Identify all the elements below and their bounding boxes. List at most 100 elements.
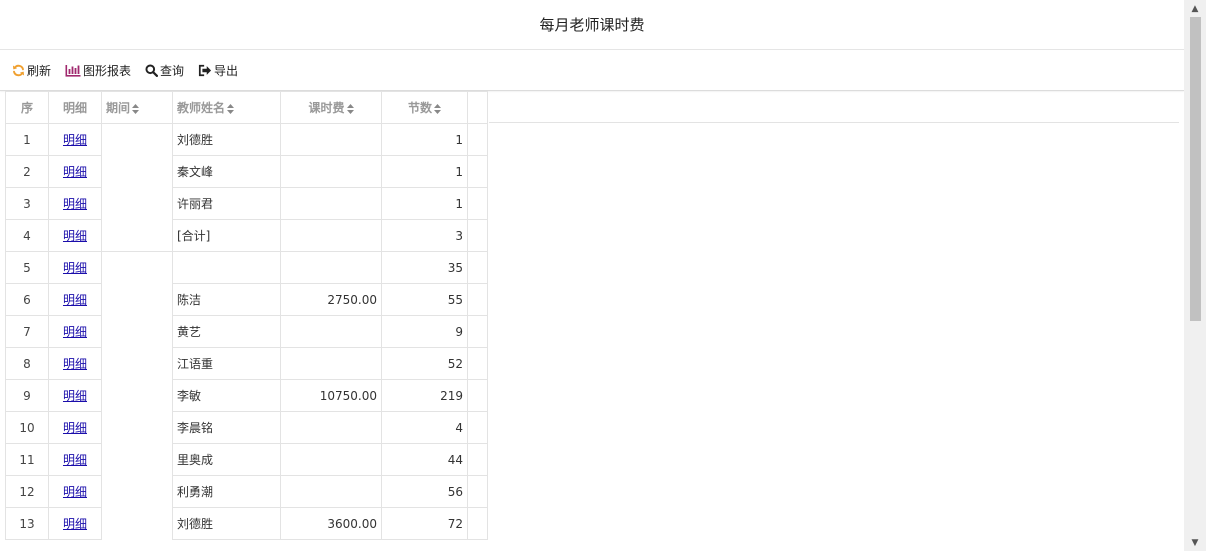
sessions-cell: 56	[381, 475, 468, 508]
row-index-cell: 6	[5, 283, 49, 316]
chart-report-label: 图形报表	[83, 63, 132, 78]
scrollbar-thumb[interactable]	[1190, 17, 1201, 321]
table-row: 2 明细 秦文峰 1	[5, 155, 488, 188]
export-button[interactable]: 导出	[198, 62, 238, 79]
table-row: 9 明细 李敏 10750.00 219	[5, 379, 488, 412]
scroll-up-arrow-icon[interactable]: ▲	[1184, 0, 1206, 17]
filler-cell	[467, 283, 488, 316]
row-index-cell: 8	[5, 347, 49, 380]
period-cell	[101, 443, 173, 476]
table-header-row: 序 明细 期间 教师姓名 课时费 节数	[5, 91, 488, 124]
fee-cell	[280, 187, 382, 220]
sessions-cell: 72	[381, 507, 468, 540]
teacher-name-cell: 秦文峰	[172, 155, 281, 188]
detail-link[interactable]: 明细	[63, 389, 87, 403]
row-index-cell: 1	[5, 123, 49, 156]
sessions-cell: 35	[381, 251, 468, 284]
fee-cell	[280, 123, 382, 156]
filler-cell	[467, 251, 488, 284]
detail-cell: 明细	[48, 379, 102, 412]
teacher-name-cell: 许丽君	[172, 187, 281, 220]
sessions-cell: 1	[381, 155, 468, 188]
period-cell	[101, 283, 173, 316]
detail-cell: 明细	[48, 251, 102, 284]
teacher-name-cell: 李晨铭	[172, 411, 281, 444]
detail-cell: 明细	[48, 411, 102, 444]
teacher-name-cell: 利勇潮	[172, 475, 281, 508]
sort-icon	[227, 103, 235, 114]
detail-link[interactable]: 明细	[63, 165, 87, 179]
refresh-icon	[12, 64, 25, 77]
filler-cell	[467, 123, 488, 156]
detail-link[interactable]: 明细	[63, 229, 87, 243]
table-row: 1 明细 刘德胜 1	[5, 123, 488, 156]
column-header-teacher[interactable]: 教师姓名	[172, 91, 281, 124]
period-cell	[101, 411, 173, 444]
search-icon	[145, 63, 159, 77]
row-index-cell: 13	[5, 507, 49, 540]
fee-cell	[280, 155, 382, 188]
query-label: 查询	[160, 63, 185, 78]
refresh-label: 刷新	[27, 63, 52, 78]
sessions-cell: 44	[381, 443, 468, 476]
fee-cell	[280, 411, 382, 444]
table-row: 6 明细 陈洁 2750.00 55	[5, 283, 488, 316]
vertical-scrollbar[interactable]: ▲ ▼	[1184, 0, 1206, 551]
sessions-cell: 4	[381, 411, 468, 444]
detail-link[interactable]: 明细	[63, 261, 87, 275]
period-cell	[101, 315, 173, 348]
column-header-sessions[interactable]: 节数	[381, 91, 468, 124]
fee-cell	[280, 251, 382, 284]
table-row: 10 明细 李晨铭 4	[5, 411, 488, 444]
filler-cell	[467, 475, 488, 508]
teacher-name-cell	[172, 251, 281, 284]
table-row: 8 明细 江语重 52	[5, 347, 488, 380]
detail-cell: 明细	[48, 283, 102, 316]
query-button[interactable]: 查询	[145, 62, 184, 79]
detail-cell: 明细	[48, 187, 102, 220]
row-index-cell: 7	[5, 315, 49, 348]
report-page: 每月老师课时费 刷新 图形报表 查询 导出 序 明细 期间 教师姓名 课时费 节…	[0, 0, 1184, 551]
detail-link[interactable]: 明细	[63, 485, 87, 499]
detail-link[interactable]: 明细	[63, 357, 87, 371]
detail-cell: 明细	[48, 443, 102, 476]
fee-cell: 10750.00	[280, 379, 382, 412]
row-index-cell: 4	[5, 219, 49, 252]
fee-cell	[280, 347, 382, 380]
fee-cell	[280, 443, 382, 476]
chart-report-button[interactable]: 图形报表	[65, 62, 131, 79]
export-label: 导出	[214, 63, 239, 78]
period-cell	[101, 187, 173, 220]
period-cell	[101, 123, 173, 156]
detail-link[interactable]: 明细	[63, 197, 87, 211]
detail-link[interactable]: 明细	[63, 421, 87, 435]
scroll-down-arrow-icon[interactable]: ▼	[1184, 534, 1206, 551]
row-index-cell: 9	[5, 379, 49, 412]
detail-link[interactable]: 明细	[63, 517, 87, 531]
filler-cell	[467, 155, 488, 188]
detail-link[interactable]: 明细	[63, 453, 87, 467]
filler-cell	[467, 379, 488, 412]
table-row: 3 明细 许丽君 1	[5, 187, 488, 220]
period-cell	[101, 219, 173, 252]
table-row: 7 明细 黄艺 9	[5, 315, 488, 348]
period-cell	[101, 251, 173, 284]
teacher-name-cell: 黄艺	[172, 315, 281, 348]
row-index-cell: 5	[5, 251, 49, 284]
detail-link[interactable]: 明细	[63, 133, 87, 147]
table-row: 13 明细 刘德胜 3600.00 72	[5, 507, 488, 540]
row-index-cell: 12	[5, 475, 49, 508]
column-header-index: 序	[5, 91, 49, 124]
detail-link[interactable]: 明细	[63, 325, 87, 339]
row-index-cell: 10	[5, 411, 49, 444]
refresh-button[interactable]: 刷新	[12, 62, 51, 79]
detail-link[interactable]: 明细	[63, 293, 87, 307]
detail-cell: 明细	[48, 155, 102, 188]
column-header-fee[interactable]: 课时费	[280, 91, 382, 124]
column-header-period[interactable]: 期间	[101, 91, 173, 124]
teacher-name-cell: 江语重	[172, 347, 281, 380]
page-title: 每月老师课时费	[539, 16, 645, 34]
teacher-name-cell: [合计]	[172, 219, 281, 252]
header-divider	[489, 122, 1179, 123]
detail-cell: 明细	[48, 347, 102, 380]
